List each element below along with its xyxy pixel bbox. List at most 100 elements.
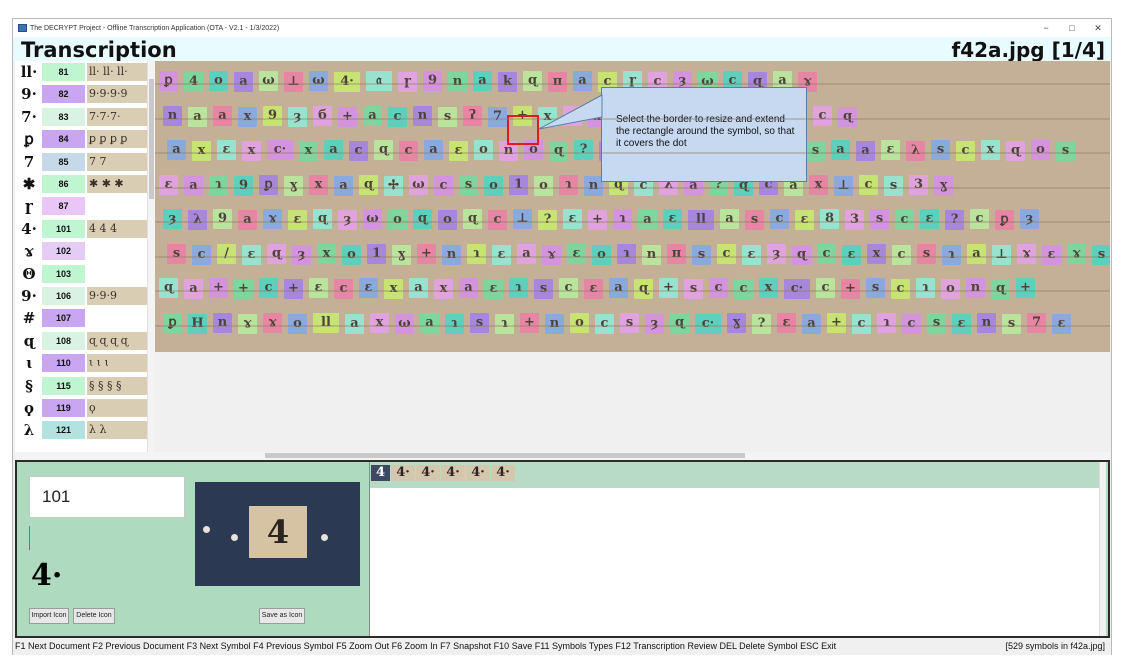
- transcribed-symbol[interactable]: ɋ: [159, 278, 178, 298]
- transcribed-symbol[interactable]: ɛ: [881, 140, 900, 160]
- transcribed-symbol[interactable]: ɿ: [916, 278, 935, 298]
- transcribed-symbol[interactable]: s: [167, 243, 186, 264]
- transcribed-symbol[interactable]: +: [520, 312, 539, 333]
- transcribed-symbol[interactable]: ɛ: [359, 278, 378, 298]
- transcribed-symbol[interactable]: c: [770, 209, 789, 229]
- transcribed-symbol[interactable]: a: [409, 278, 428, 298]
- symbol-row[interactable]: 9· 82 9·9·9·9: [15, 84, 149, 104]
- transcribed-symbol[interactable]: +: [841, 279, 860, 299]
- transcribed-symbol[interactable]: a: [334, 175, 353, 196]
- transcribed-symbol[interactable]: s: [692, 244, 711, 265]
- transcribed-symbol[interactable]: 3: [909, 174, 928, 195]
- import-icon-button[interactable]: Import Icon: [29, 608, 69, 624]
- transcribed-symbol[interactable]: ɋ: [313, 209, 332, 229]
- transcribed-symbol[interactable]: ɛ: [217, 140, 236, 160]
- scrollbar-thumb[interactable]: [149, 79, 154, 199]
- transcribed-symbol[interactable]: ɋ: [991, 279, 1010, 299]
- transcribed-symbol[interactable]: c: [970, 209, 989, 229]
- transcribed-symbol[interactable]: s: [866, 278, 885, 298]
- transcribed-symbol[interactable]: o: [474, 140, 493, 160]
- transcribed-symbol[interactable]: ɿ: [613, 209, 632, 229]
- transcribed-symbol[interactable]: ɿ: [942, 244, 961, 265]
- transcribed-symbol[interactable]: ɋ: [374, 140, 393, 160]
- transcribed-symbol[interactable]: o: [570, 312, 589, 333]
- transcribed-symbol[interactable]: ω: [395, 313, 414, 334]
- transcribed-symbol[interactable]: s: [684, 279, 703, 299]
- transcribed-symbol[interactable]: ɛ: [1042, 244, 1061, 265]
- transcribed-symbol[interactable]: n: [545, 313, 564, 334]
- transcribed-symbol[interactable]: a: [167, 140, 186, 160]
- transcribed-symbol[interactable]: c: [891, 279, 910, 299]
- transcribed-symbol[interactable]: ɛ: [663, 209, 682, 229]
- transcribed-symbol[interactable]: ?: [538, 210, 557, 230]
- transcribed-symbol[interactable]: +: [209, 278, 228, 298]
- transcribed-symbol[interactable]: ?: [574, 140, 593, 160]
- save-as-icon-button[interactable]: Save as Icon: [259, 608, 305, 624]
- symbol-row[interactable]: 7· 83 7·7·7·: [15, 107, 149, 127]
- transcribed-symbol[interactable]: x: [867, 243, 886, 264]
- transcribed-symbol[interactable]: 1: [509, 174, 528, 195]
- transcribed-symbol[interactable]: ɋ: [549, 141, 568, 161]
- transcribed-symbol[interactable]: a: [967, 243, 986, 264]
- transcribed-symbol[interactable]: π: [667, 243, 686, 264]
- transcribed-symbol[interactable]: 9: [234, 175, 253, 196]
- occurrence-sample[interactable]: 4: [371, 465, 390, 481]
- symbol-row[interactable]: ɋ 108 ɋ ɋ ɋ ɋ: [15, 331, 149, 351]
- transcribed-symbol[interactable]: ɤ: [238, 313, 257, 334]
- transcribed-symbol[interactable]: c: [816, 278, 835, 298]
- transcribed-symbol[interactable]: ɤ: [263, 312, 282, 333]
- transcribed-symbol[interactable]: a: [638, 210, 657, 230]
- transcribed-symbol[interactable]: ɿ: [509, 278, 528, 298]
- transcribed-symbol[interactable]: c: [956, 141, 975, 161]
- occurrences-scrollbar[interactable]: [1099, 462, 1106, 636]
- transcribed-symbol[interactable]: x: [192, 141, 211, 161]
- occurrence-sample[interactable]: 4·: [391, 465, 415, 481]
- transcribed-symbol[interactable]: ɤ: [1017, 243, 1036, 264]
- transcribed-symbol[interactable]: λ: [906, 141, 925, 161]
- transcribed-symbol[interactable]: a: [324, 140, 343, 160]
- transcribed-symbol[interactable]: s: [927, 312, 946, 333]
- transcribed-symbol[interactable]: ɋ: [359, 174, 378, 195]
- symbol-row[interactable]: #107: [15, 308, 149, 328]
- symbol-row[interactable]: ɩ 110 ɩ ɩ ɩ: [15, 353, 149, 373]
- transcribed-symbol[interactable]: ȝ: [767, 243, 786, 264]
- transcribed-symbol[interactable]: x: [384, 279, 403, 299]
- transcribed-symbol[interactable]: ɋ: [267, 243, 286, 264]
- transcribed-symbol[interactable]: ɋ: [463, 209, 482, 229]
- transcribed-symbol[interactable]: ⊥: [834, 175, 853, 196]
- transcribed-symbol[interactable]: +: [659, 278, 678, 298]
- symbol-row[interactable]: 7 85 7 7: [15, 152, 149, 172]
- delete-icon-button[interactable]: Delete Icon: [73, 608, 115, 624]
- transcribed-symbol[interactable]: H: [188, 313, 207, 334]
- transcribed-symbol[interactable]: s: [1002, 313, 1021, 334]
- transcribed-symbol[interactable]: ɤ: [263, 209, 282, 229]
- maximize-button[interactable]: □: [1059, 19, 1085, 37]
- transcribed-symbol[interactable]: ɛ: [567, 243, 586, 264]
- transcribed-symbol[interactable]: ȝ: [292, 244, 311, 265]
- transcribed-symbol[interactable]: s: [806, 141, 825, 161]
- transcribed-symbol[interactable]: c: [852, 313, 871, 334]
- transcribed-symbol[interactable]: c·: [695, 313, 721, 334]
- transcribed-symbol[interactable]: c: [349, 141, 368, 161]
- transcribed-symbol[interactable]: ɋ: [792, 244, 811, 265]
- transcribed-symbol[interactable]: +: [234, 279, 253, 299]
- symbol-code-field[interactable]: 101: [29, 476, 185, 518]
- transcribed-symbol[interactable]: ꝑ: [995, 210, 1014, 230]
- transcribed-symbol[interactable]: ꝑ: [259, 174, 278, 195]
- transcribed-symbol[interactable]: a: [856, 141, 875, 161]
- transcribed-symbol[interactable]: a: [238, 210, 257, 230]
- transcribed-symbol[interactable]: o: [342, 244, 361, 265]
- transcribed-symbol[interactable]: o: [388, 210, 407, 230]
- transcribed-symbol[interactable]: o: [484, 175, 503, 196]
- transcribed-symbol[interactable]: x: [299, 141, 318, 161]
- transcribed-symbol[interactable]: o: [288, 313, 307, 334]
- transcribed-symbol[interactable]: c: [192, 244, 211, 265]
- transcribed-symbol[interactable]: c: [595, 313, 614, 334]
- transcribed-symbol[interactable]: ɛ: [952, 313, 971, 334]
- transcribed-symbol[interactable]: ɛ: [795, 210, 814, 230]
- transcribed-symbol[interactable]: c·: [267, 140, 293, 160]
- transcribed-symbol[interactable]: s: [884, 175, 903, 196]
- transcribed-symbol[interactable]: ȝ: [163, 209, 182, 229]
- transcribed-symbol[interactable]: a: [345, 313, 364, 334]
- transcribed-symbol[interactable]: x: [809, 174, 828, 195]
